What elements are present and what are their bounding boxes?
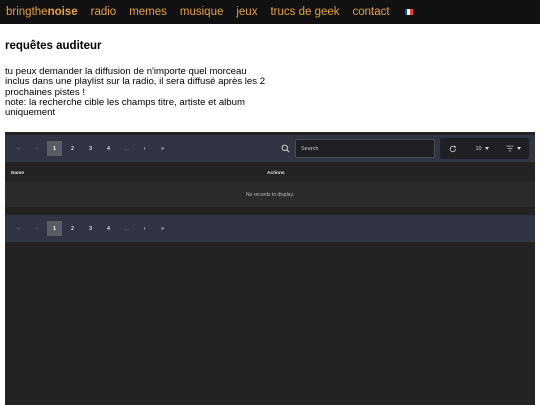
chevron-down-icon <box>516 147 521 150</box>
nav-link-memes[interactable]: memes <box>129 6 167 18</box>
brand-prefix: bringthe <box>6 6 48 18</box>
pagination-ellipsis: … <box>123 225 130 232</box>
column-header-name[interactable]: Name <box>11 171 24 176</box>
filter-icon <box>505 145 514 152</box>
table-tools: 10 <box>440 138 529 159</box>
pagination-prev-button[interactable]: ‹ <box>29 221 44 236</box>
page-description: tu peux demander la diffusion de n'impor… <box>5 66 267 119</box>
brand-logo-link[interactable]: bringthenoise <box>6 6 78 18</box>
top-navbar: bringthenoise radio memes musique jeux t… <box>0 0 540 24</box>
nav-link-trucs-de-geek[interactable]: trucs de geek <box>270 6 339 18</box>
pagination-page-2[interactable]: 2 <box>65 221 80 236</box>
nav-link-jeux[interactable]: jeux <box>236 6 257 18</box>
pagination-prev-button[interactable]: ‹ <box>29 141 44 156</box>
pagination-next-button[interactable]: › <box>137 141 152 156</box>
pagination-page-1[interactable]: 1 <box>47 141 62 156</box>
page-title: requêtes auditeur <box>5 40 102 52</box>
pagination-page-3[interactable]: 3 <box>83 221 98 236</box>
requests-table-panel: « ‹ 1 2 3 4 … › » 10 <box>5 132 535 405</box>
column-header-actions: Actions <box>267 171 285 176</box>
nav-link-musique[interactable]: musique <box>180 6 223 18</box>
chevron-down-icon <box>484 147 489 150</box>
description-text: tu peux demander la diffusion de n'impor… <box>5 66 266 98</box>
note-text: note: la recherche cible les champs titr… <box>5 96 245 119</box>
pagination-page-2[interactable]: 2 <box>65 141 80 156</box>
brand-bold: noise <box>47 6 78 18</box>
search-box <box>275 138 435 159</box>
pagination-top: « ‹ 1 2 3 4 … › » <box>11 141 173 156</box>
table-header: Name Actions <box>5 166 535 182</box>
pagination-last-button[interactable]: » <box>155 141 170 156</box>
refresh-icon[interactable] <box>440 145 466 153</box>
pagination-bottom: « ‹ 1 2 3 4 … › » <box>11 221 173 236</box>
page-size-select[interactable]: 10 <box>466 146 498 152</box>
pagination-ellipsis: … <box>123 145 130 152</box>
pagination-page-4[interactable]: 4 <box>101 141 116 156</box>
pagination-first-button[interactable]: « <box>11 141 26 156</box>
pagination-page-4[interactable]: 4 <box>101 221 116 236</box>
pagination-next-button[interactable]: › <box>137 221 152 236</box>
empty-table-message: No records to display. <box>5 182 535 207</box>
french-flag-icon[interactable] <box>404 9 413 15</box>
pagination-last-button[interactable]: » <box>155 221 170 236</box>
page-size-value: 10 <box>475 145 482 152</box>
pagination-page-3[interactable]: 3 <box>83 141 98 156</box>
nav-link-contact[interactable]: contact <box>353 6 390 18</box>
pagination-page-1[interactable]: 1 <box>47 221 62 236</box>
filter-button[interactable] <box>498 145 528 152</box>
table-toolbar-bottom: « ‹ 1 2 3 4 … › » <box>5 215 535 242</box>
nav-link-radio[interactable]: radio <box>91 6 117 18</box>
pagination-first-button[interactable]: « <box>11 221 26 236</box>
table-toolbar-top: « ‹ 1 2 3 4 … › » 10 <box>5 135 535 162</box>
search-input[interactable] <box>295 139 435 158</box>
search-icon <box>275 138 295 159</box>
